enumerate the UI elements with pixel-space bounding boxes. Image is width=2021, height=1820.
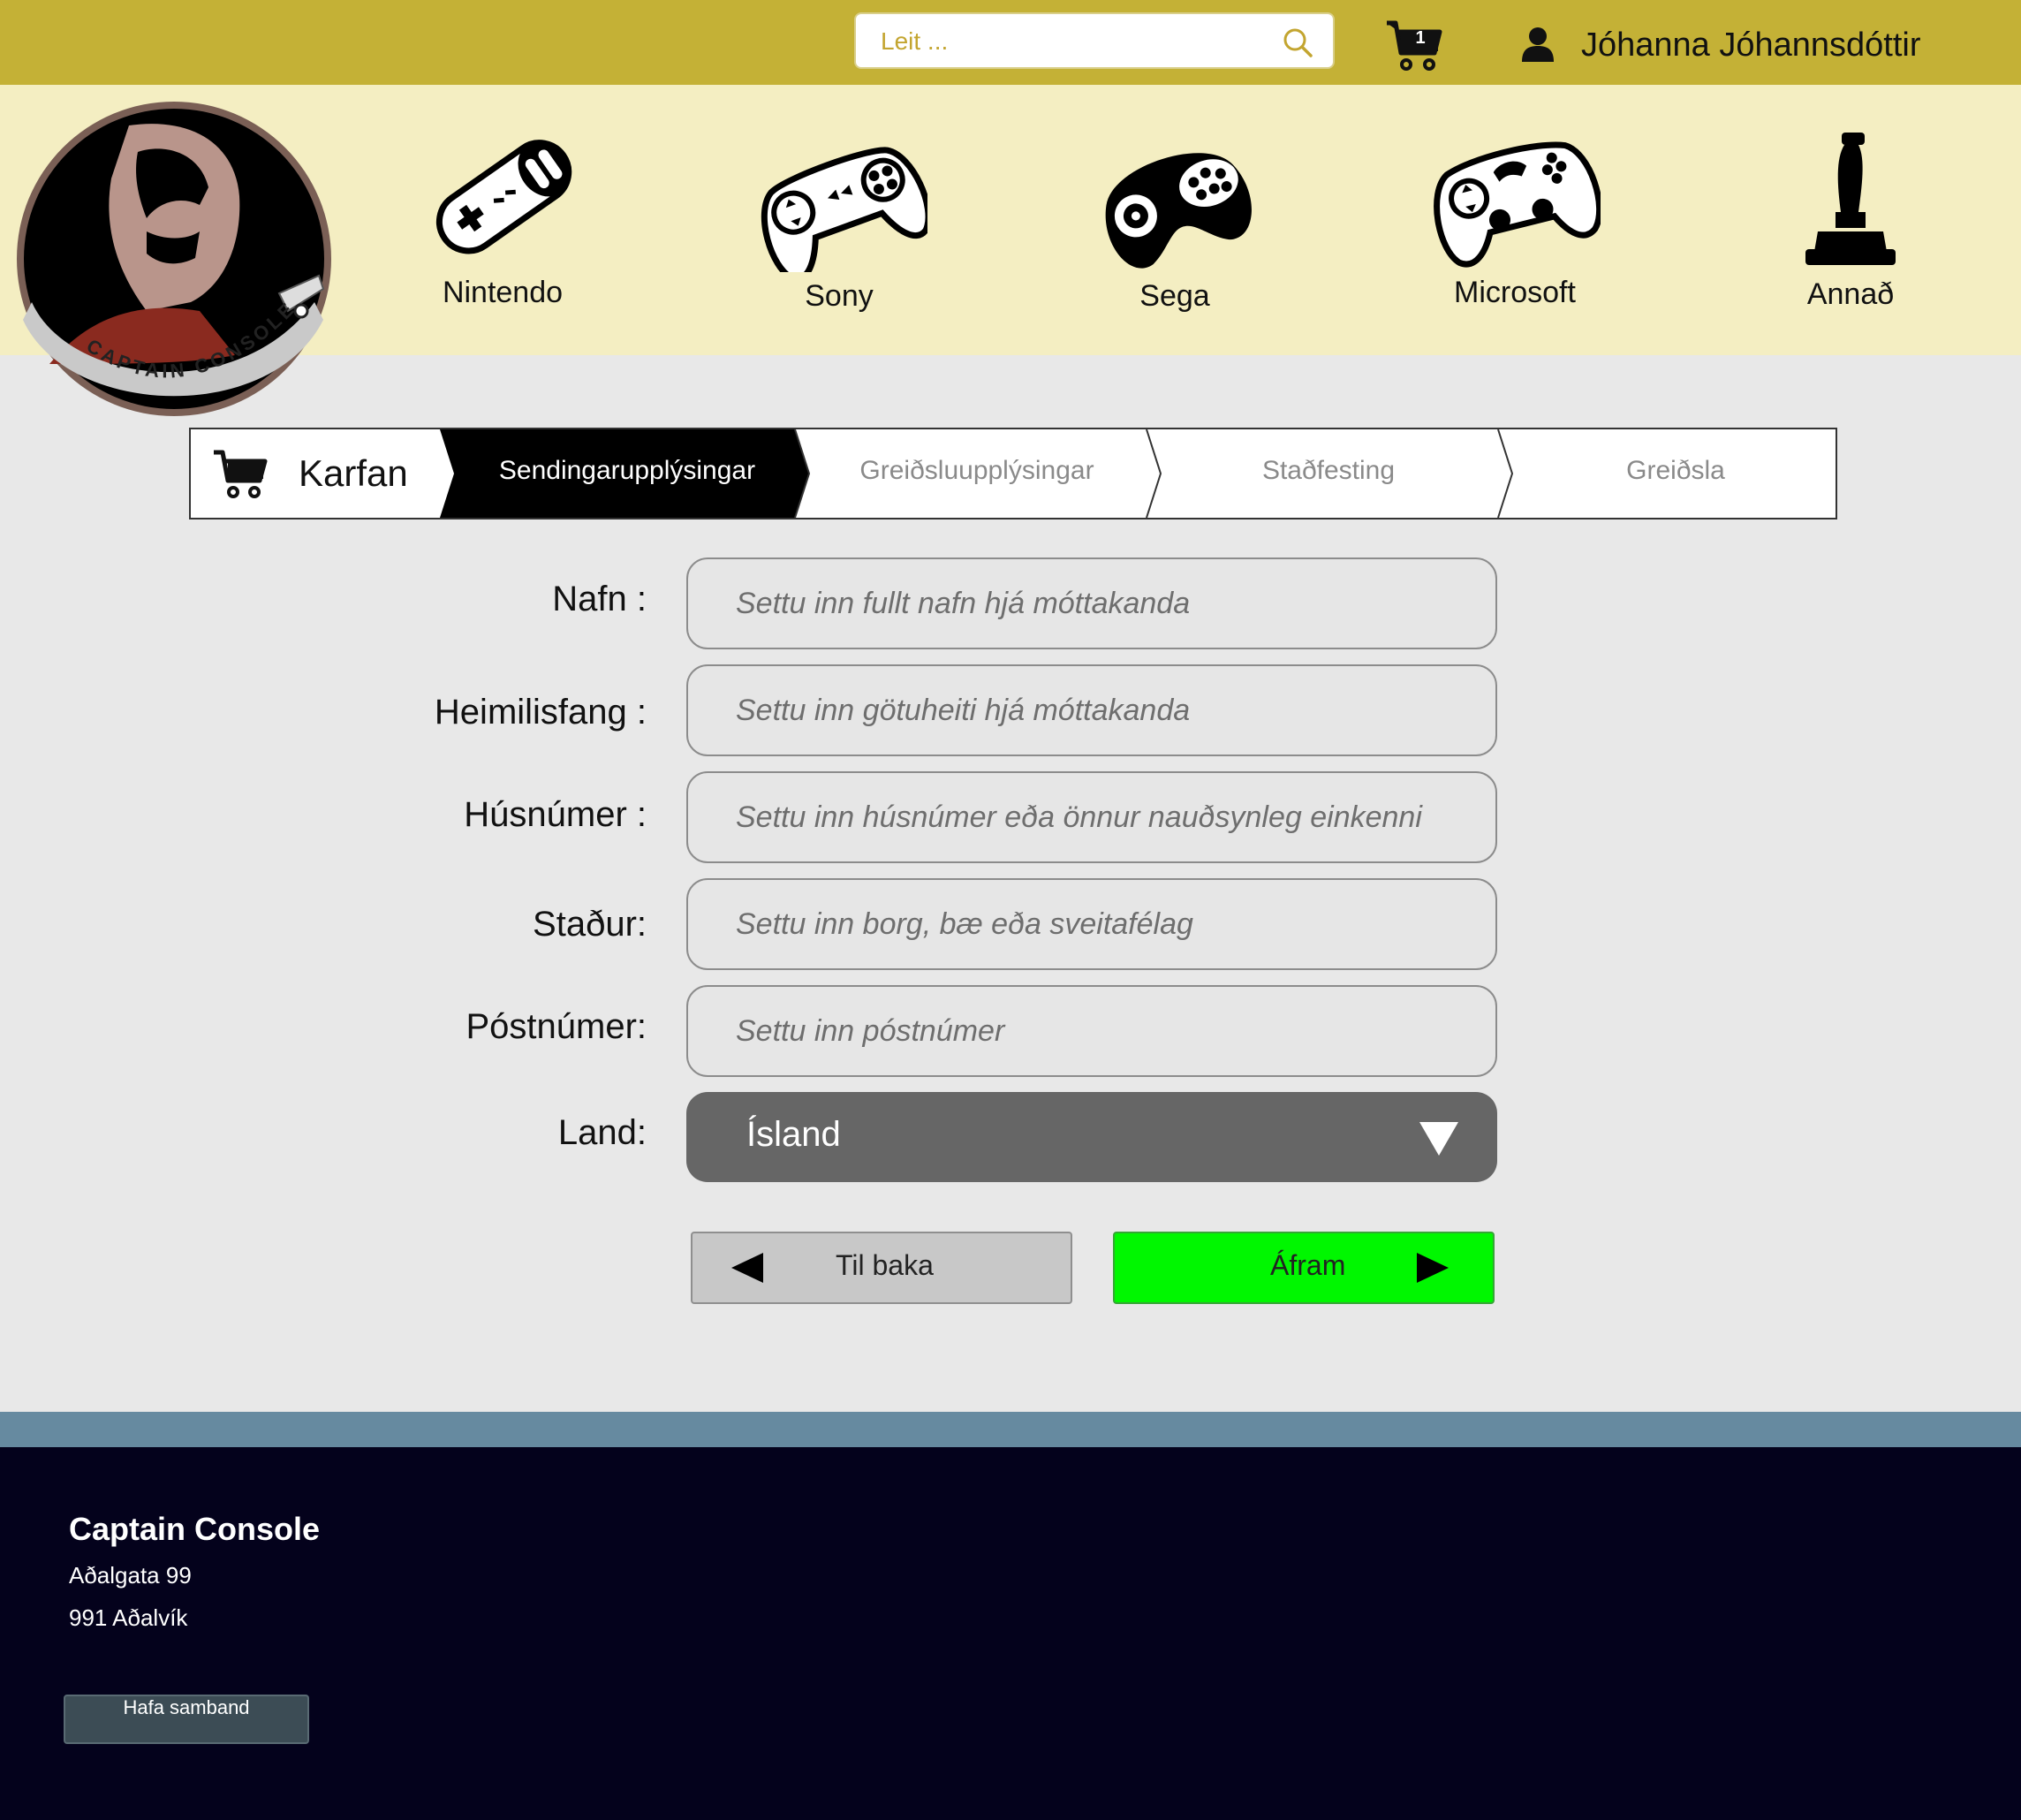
category-annad[interactable]: Annað <box>1793 133 1908 312</box>
category-microsoft[interactable]: Microsoft <box>1431 124 1601 310</box>
city-field[interactable] <box>686 878 1497 970</box>
back-button[interactable]: Til baka <box>691 1232 1072 1304</box>
postal-code-label: Póstnúmer: <box>466 1007 647 1046</box>
category-label: Sega <box>1139 279 1210 313</box>
arrow-right-icon <box>1417 1253 1449 1283</box>
category-sega[interactable]: Sega <box>1104 131 1252 314</box>
category-label: Sony <box>805 279 874 313</box>
snes-controller-icon <box>435 140 572 254</box>
captain-console-logo[interactable]: CAPTAIN CONSOLE <box>14 99 334 419</box>
joystick-icon <box>1805 133 1896 265</box>
city-label: Staður: <box>533 905 647 944</box>
footer-stripe <box>0 1412 2021 1447</box>
footer-address-city: 991 Aðalvík <box>69 1604 188 1631</box>
category-sony[interactable]: Sony <box>760 125 927 314</box>
step-confirmation[interactable]: Staðfesting <box>1161 456 1496 486</box>
next-button[interactable]: Áfram <box>1113 1232 1495 1304</box>
xbox-controller-icon <box>1434 141 1601 268</box>
top-bar: 1 Jóhanna Jóhannsdóttir <box>0 0 2021 85</box>
footer: Captain Console Aðalgata 99 991 Aðalvík … <box>0 1447 2021 1820</box>
search-input[interactable] <box>879 14 1271 69</box>
user-name[interactable]: Jóhanna Jóhannsdóttir <box>1581 27 1921 65</box>
user-icon[interactable] <box>1521 27 1555 62</box>
checkout-stepper: Karfan Sendingarupplýsingar Greiðsluuppl… <box>189 428 1837 519</box>
category-label: Nintendo <box>442 276 564 309</box>
step-shipping-info[interactable]: Sendingarupplýsingar <box>459 456 795 486</box>
house-number-label: Húsnúmer : <box>464 795 647 834</box>
step-payment[interactable]: Greiðsla <box>1512 456 1839 486</box>
step-cart[interactable]: Karfan <box>299 452 408 495</box>
arrow-left-icon <box>731 1253 763 1283</box>
address-field[interactable] <box>686 664 1497 756</box>
search-icon[interactable] <box>1282 27 1313 58</box>
step-payment-info[interactable]: Greiðsluupplýsingar <box>809 456 1145 486</box>
sega-controller-icon <box>1105 153 1252 269</box>
dropdown-arrow-icon[interactable] <box>1419 1122 1458 1156</box>
country-label: Land: <box>557 1113 647 1152</box>
playstation-controller-icon <box>761 147 927 272</box>
footer-address-street: Aðalgata 99 <box>69 1562 192 1589</box>
back-button-label: Til baka <box>836 1249 934 1281</box>
cart-count-badge: 1 <box>1415 28 1426 48</box>
next-button-label: Áfram <box>1270 1249 1346 1281</box>
category-bar: CAPTAIN CONSOLE Nintendo Sony Sega Micro… <box>0 85 2021 416</box>
country-selected-value: Ísland <box>746 1115 841 1154</box>
country-select[interactable]: Ísland <box>686 1092 1497 1182</box>
category-label: Annað <box>1806 277 1895 311</box>
category-label: Microsoft <box>1454 276 1576 309</box>
name-label: Nafn : <box>552 580 647 618</box>
contact-button[interactable]: Hafa samband <box>64 1695 309 1744</box>
cart-button[interactable]: 1 <box>1385 18 1445 74</box>
house-number-field[interactable] <box>686 771 1497 863</box>
footer-company-name: Captain Console <box>69 1511 321 1547</box>
cart-icon <box>214 450 268 498</box>
address-label: Heimilisfang : <box>434 693 647 732</box>
name-field[interactable] <box>686 557 1497 649</box>
postal-code-field[interactable] <box>686 985 1497 1077</box>
category-nintendo[interactable]: Nintendo <box>435 124 572 310</box>
search-box[interactable] <box>854 12 1335 69</box>
